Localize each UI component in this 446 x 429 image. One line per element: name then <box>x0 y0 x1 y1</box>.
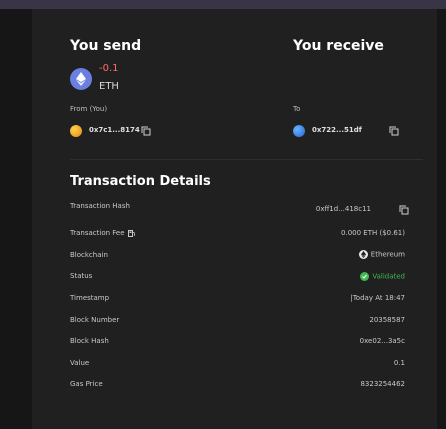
transaction-hash-value: 0xff1d...418c11 <box>315 205 371 213</box>
right-strip <box>437 9 446 429</box>
block-number-value: 20358587 <box>369 316 405 324</box>
transaction-panel: You send You receive -0.1 ETH From (You)… <box>32 9 437 429</box>
you-send-title: You send <box>70 38 142 54</box>
from-address: 0x7c1...8174 <box>89 126 140 134</box>
to-label: To <box>293 105 301 113</box>
gas-price-label: Gas Price <box>70 380 103 388</box>
blockchain-value: Ethereum <box>358 250 405 259</box>
gas-pump-icon <box>127 229 135 237</box>
transaction-fee-value: 0.000 ETH ($0.61) <box>341 229 405 237</box>
from-label: From (You) <box>70 105 108 113</box>
status-value: Validated <box>372 272 405 281</box>
ethereum-icon <box>70 68 92 90</box>
copy-from-address-icon[interactable] <box>141 126 151 136</box>
from-avatar <box>70 125 82 137</box>
timestamp-value: |Today At 18:47 <box>350 294 405 302</box>
section-divider <box>70 159 423 160</box>
blockchain-value-text: Ethereum <box>370 250 405 259</box>
status-label: Status <box>70 272 93 280</box>
block-number-label: Block Number <box>70 316 120 324</box>
copy-to-address-icon[interactable] <box>389 126 399 136</box>
value-label: Value <box>70 359 90 367</box>
send-symbol: ETH <box>99 81 119 92</box>
to-address: 0x722...51df <box>312 126 362 134</box>
transaction-fee-label: Transaction Fee <box>70 229 135 237</box>
gas-price-value: 8323254462 <box>360 380 405 388</box>
transaction-hash-label: Transaction Hash <box>70 202 130 210</box>
copy-hash-icon[interactable] <box>399 205 409 215</box>
status-badge: Validated <box>360 272 405 281</box>
send-amount: -0.1 <box>99 63 119 74</box>
ethereum-chain-icon <box>358 250 368 259</box>
check-circle-icon <box>360 272 370 281</box>
transaction-fee-label-text: Transaction Fee <box>70 229 125 237</box>
you-receive-title: You receive <box>293 38 384 54</box>
top-bar <box>0 0 446 9</box>
transaction-details-title: Transaction Details <box>70 174 211 189</box>
to-avatar <box>293 125 305 137</box>
timestamp-label: Timestamp <box>70 294 110 302</box>
blockchain-label: Blockchain <box>70 251 108 259</box>
block-hash-label: Block Hash <box>70 337 109 345</box>
value-value: 0.1 <box>393 359 405 367</box>
block-hash-value: 0xe02...3a5c <box>359 337 405 345</box>
left-strip <box>0 9 32 429</box>
